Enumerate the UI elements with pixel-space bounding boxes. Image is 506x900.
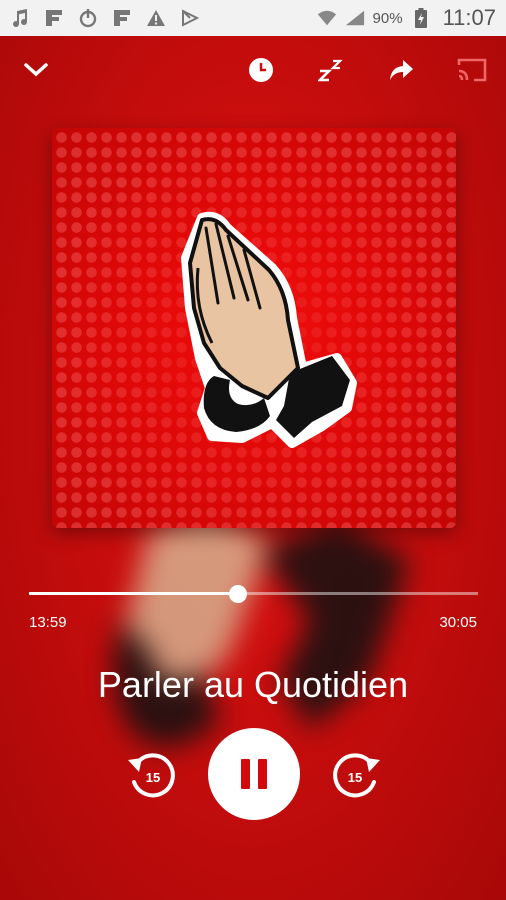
share-arrow-icon (390, 60, 413, 80)
sleep-timer-button[interactable] (239, 48, 283, 92)
pause-icon (241, 759, 250, 789)
status-bar: 90% 11:07 (0, 0, 506, 36)
total-time: 30:05 (439, 614, 477, 631)
wifi-icon (317, 8, 337, 28)
app-notification-icon (44, 8, 64, 28)
forward-15-button[interactable]: 15 (328, 748, 384, 804)
seek-fill (29, 592, 238, 595)
cast-icon (457, 58, 487, 82)
player-toolbar (0, 48, 506, 92)
rewind-seconds: 15 (146, 770, 160, 785)
forward-seconds: 15 (348, 770, 362, 785)
rewind-icon: 15 (128, 753, 175, 798)
share-button[interactable] (379, 48, 423, 92)
album-artwork (52, 128, 456, 528)
music-note-icon (10, 8, 30, 28)
elapsed-time: 13:59 (29, 614, 67, 631)
battery-percent: 90% (372, 9, 403, 27)
sleep-button[interactable] (309, 48, 353, 92)
collapse-button[interactable] (14, 48, 58, 92)
praying-hands-icon (181, 211, 357, 448)
rewind-15-button[interactable]: 15 (124, 748, 180, 804)
app-notification-icon (112, 8, 132, 28)
cast-button[interactable] (450, 48, 494, 92)
signal-icon (345, 8, 365, 28)
chevron-down-icon (24, 63, 48, 77)
seek-bar[interactable] (29, 585, 478, 603)
clock-icon (249, 58, 273, 82)
zzz-icon (318, 59, 343, 82)
battery-icon (411, 8, 431, 28)
seek-thumb[interactable] (228, 585, 247, 603)
warning-icon (146, 8, 166, 28)
power-icon (78, 8, 98, 28)
download-icon (180, 8, 200, 28)
pause-button[interactable] (208, 728, 300, 820)
track-title: Parler au Quotidien (97, 664, 409, 705)
playback-controls: 15 15 (0, 728, 506, 820)
forward-icon: 15 (333, 753, 380, 798)
clock: 11:07 (442, 5, 496, 30)
blurred-artwork-backdrop (113, 510, 410, 747)
